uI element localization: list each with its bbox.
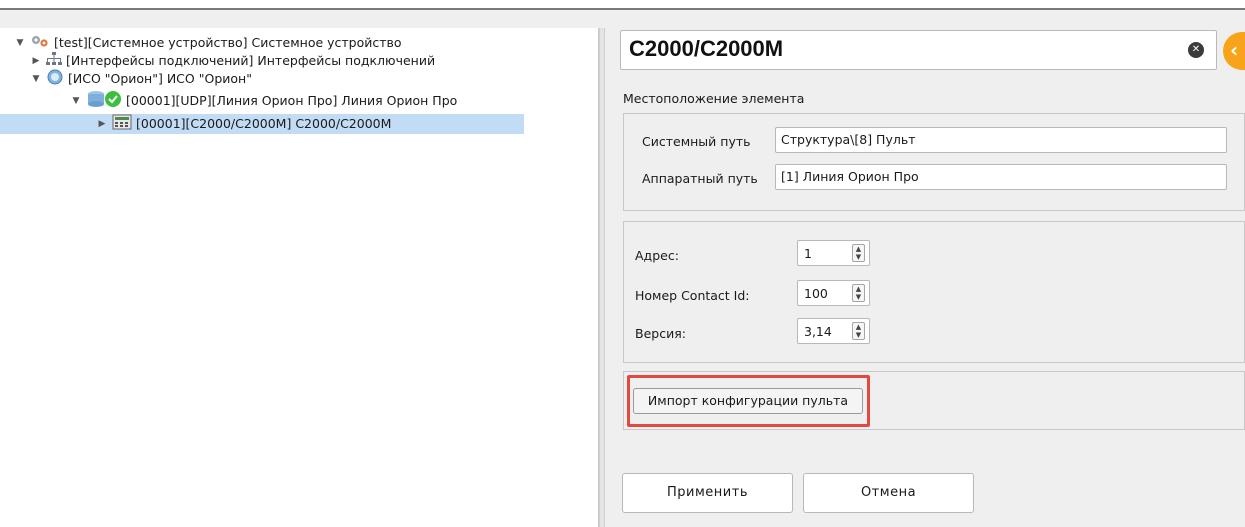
title-field[interactable]: С2000/С2000М ✕ [620, 30, 1217, 70]
hardware-path-field[interactable]: [1] Линия Орион Про [775, 164, 1227, 190]
gears-icon [30, 34, 50, 53]
system-path-field[interactable]: Структура\[8] Пульт [775, 127, 1227, 153]
system-path-label: Системный путь [642, 134, 751, 149]
contact-id-value: 100 [804, 286, 828, 301]
import-config-button[interactable]: Импорт конфигурации пульта [633, 388, 863, 414]
spin-arrows-icon[interactable]: ▲ ▼ [852, 284, 865, 302]
params-group: Адрес: 1 ▲ ▼ Номер Contact Id: 100 ▲ ▼ Вер… [623, 221, 1245, 363]
device-icon [112, 114, 132, 135]
window-top-border [0, 0, 1245, 10]
clear-icon[interactable]: ✕ [1188, 42, 1204, 58]
version-spinbox[interactable]: 3,14 ▲ ▼ [797, 318, 870, 344]
location-section-title: Местоположение элемента [623, 91, 805, 106]
location-group: Системный путь Структура\[8] Пульт Аппар… [623, 113, 1245, 211]
address-spinbox[interactable]: 1 ▲ ▼ [797, 240, 870, 266]
spin-arrows-icon[interactable]: ▲ ▼ [852, 322, 865, 340]
device-tree[interactable]: ▼ [test][Системное устройство] Системное… [0, 28, 599, 527]
tree-node-label: [ИСО "Орион"] ИСО "Орион" [68, 71, 252, 86]
address-value: 1 [804, 246, 812, 261]
tree-node-interfaces[interactable]: ▶ [Интерфейсы подключений] Интерфейсы по… [30, 51, 436, 70]
expand-arrow-icon[interactable]: ▼ [30, 73, 42, 85]
address-label: Адрес: [635, 248, 679, 263]
version-value: 3,14 [804, 324, 832, 339]
tree-node-label: [test][Системное устройство] Системное у… [54, 35, 402, 50]
contact-id-spinbox[interactable]: 100 ▲ ▼ [797, 280, 870, 306]
version-label: Версия: [635, 326, 686, 341]
expand-arrow-icon[interactable]: ▼ [14, 37, 26, 49]
hardware-path-label: Аппаратный путь [642, 171, 758, 186]
globe-icon [46, 69, 64, 90]
tree-node-orion-line[interactable]: ▼ [00001][UDP][Линия Орион Про] Линия Ор… [70, 90, 458, 113]
tree-node-label: [Интерфейсы подключений] Интерфейсы подк… [66, 53, 436, 68]
contact-id-label: Номер Contact Id: [635, 288, 750, 303]
database-ok-icon [86, 90, 122, 113]
expand-arrow-icon[interactable]: ▼ [70, 95, 82, 107]
collapse-arrow-icon[interactable]: ▶ [96, 118, 108, 130]
collapse-arrow-icon[interactable]: ▶ [30, 55, 42, 67]
tree-node-system-device[interactable]: ▼ [test][Системное устройство] Системное… [14, 34, 402, 52]
cancel-button[interactable]: Отмена [803, 473, 974, 513]
apply-button[interactable]: Применить [622, 473, 793, 513]
properties-panel: С2000/С2000М ✕ ‹ Местоположение элемента… [605, 28, 1245, 527]
back-arrow-icon[interactable]: ‹ [1223, 32, 1245, 70]
tree-node-iso-orion[interactable]: ▼ [ИСО "Орион"] ИСО "Орион" [30, 69, 252, 90]
tree-node-c2000[interactable]: ▶ [00001][С2000/С2000М] С2000/С2000М [0, 114, 524, 134]
tree-node-label: [00001][С2000/С2000М] С2000/С2000М [136, 116, 392, 131]
tree-node-label: [00001][UDP][Линия Орион Про] Линия Орио… [126, 93, 458, 108]
page-title: С2000/С2000М [629, 36, 784, 61]
spin-arrows-icon[interactable]: ▲ ▼ [852, 244, 865, 262]
